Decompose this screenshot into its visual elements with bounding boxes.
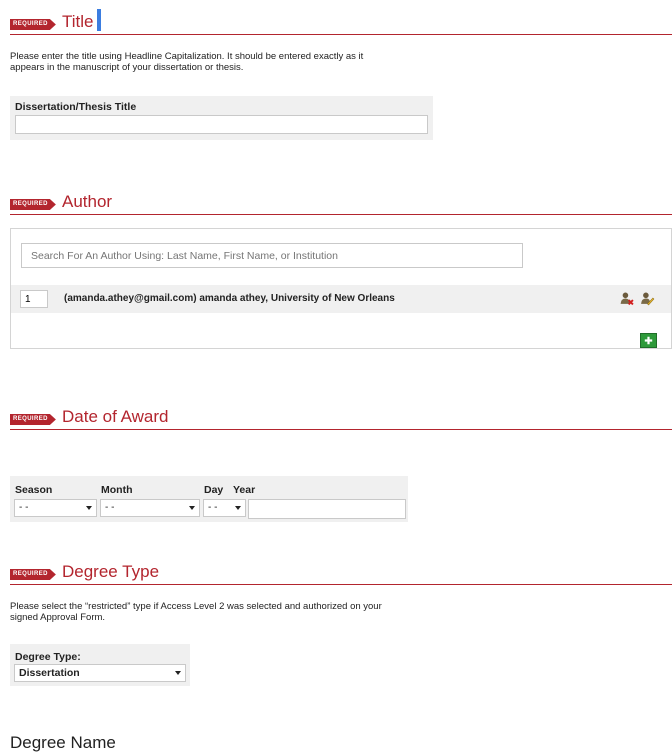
degree-type-instructions: Please select the “restricted” type if A… [10,601,672,623]
edit-author-icon[interactable] [640,291,655,306]
title-heading: Title [62,9,101,32]
dissertation-title-label: Dissertation/Thesis Title [15,101,137,113]
date-of-award-header: REQUIRED Date of Award [10,405,672,430]
required-badge: REQUIRED [10,19,56,30]
add-author-button[interactable] [640,333,657,348]
year-label: Year [233,484,256,496]
required-badge: REQUIRED [10,199,56,210]
day-label: Day [204,484,224,496]
season-selected-value: - - [19,502,29,513]
date-of-award-section: REQUIRED Date of Award Season Month Day … [10,405,672,522]
title-section: REQUIRED Title Please enter the title us… [10,4,672,140]
degree-type-header: REQUIRED Degree Type [10,560,672,585]
title-field-box: Dissertation/Thesis Title [10,96,433,140]
title-heading-text: Title [62,12,94,31]
chevron-down-icon [86,506,92,510]
required-badge: REQUIRED [10,414,56,425]
degree-type-instruction-line: signed Approval Form. [10,612,106,623]
degree-name-section: Degree Name [10,733,672,753]
degree-type-section: REQUIRED Degree Type Please select the “… [10,560,672,686]
date-of-award-box: Season Month Day Year - - - - - - [10,476,408,522]
author-heading: Author [62,192,113,211]
required-badge: REQUIRED [10,569,56,580]
degree-type-box: Degree Type: Dissertation [10,644,190,686]
degree-type-label: Degree Type: [15,651,81,663]
author-section: REQUIRED Author (amanda.athey@gmail.com)… [10,190,672,349]
author-entry-text: (amanda.athey@gmail.com) amanda athey, U… [64,293,395,304]
add-author-icon [644,336,653,345]
title-instruction-line: appears in the manuscript of your disser… [10,62,244,73]
month-selected-value: - - [105,502,115,513]
season-select[interactable]: - - [14,499,97,517]
author-search-input[interactable] [21,243,523,268]
chevron-down-icon [189,506,195,510]
year-input[interactable] [248,499,406,519]
remove-author-icon[interactable] [619,291,634,306]
date-of-award-heading: Date of Award [62,407,169,426]
chevron-down-icon [175,671,181,675]
author-panel: (amanda.athey@gmail.com) amanda athey, U… [10,228,672,349]
text-cursor-icon [96,9,101,31]
chevron-down-icon [235,506,241,510]
day-select[interactable]: - - [203,499,246,517]
title-instruction-line: Please enter the title using Headline Ca… [10,51,364,62]
degree-type-selected-value: Dissertation [19,667,80,679]
season-label: Season [15,484,53,496]
degree-type-instruction-line: Please select the “restricted” type if A… [10,601,382,612]
degree-name-heading: Degree Name [10,733,116,752]
title-section-header: REQUIRED Title [10,4,672,35]
month-label: Month [101,484,133,496]
degree-type-heading: Degree Type [62,562,160,581]
day-selected-value: - - [208,502,218,513]
month-select[interactable]: - - [100,499,200,517]
title-instructions: Please enter the title using Headline Ca… [10,51,672,73]
degree-type-select[interactable]: Dissertation [14,664,186,682]
dissertation-title-input[interactable] [15,115,428,134]
author-section-header: REQUIRED Author [10,190,672,215]
author-order-input[interactable] [20,290,48,308]
table-row: (amanda.athey@gmail.com) amanda athey, U… [11,285,671,313]
